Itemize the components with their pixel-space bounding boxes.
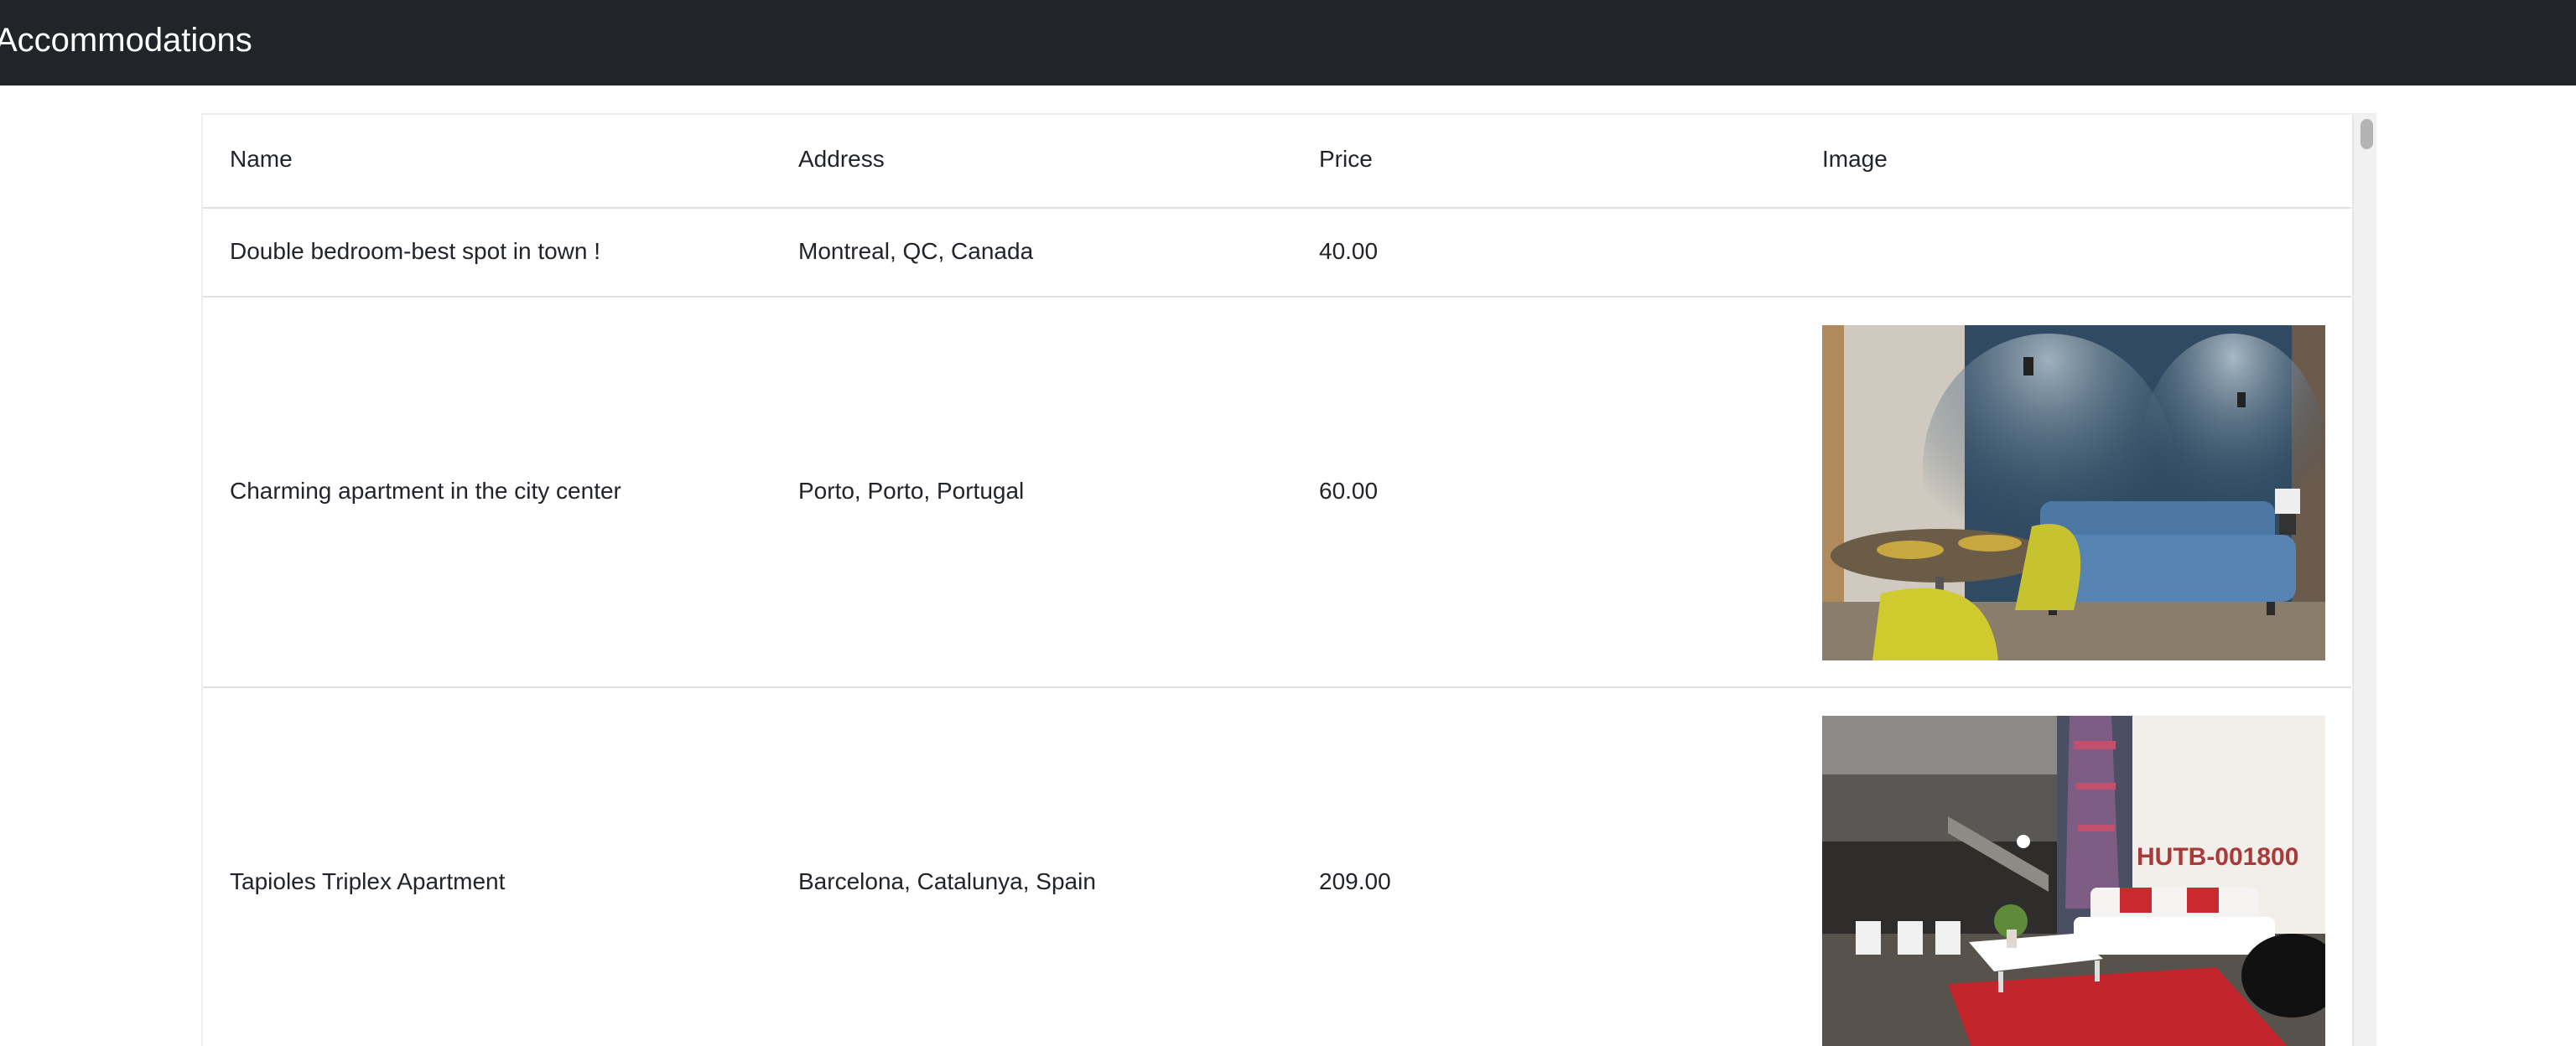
triplex-living-room-photo: HUTB-001800 xyxy=(1822,716,2325,1046)
row-address: Porto, Porto, Portugal xyxy=(798,478,1025,504)
table-row[interactable]: Tapioles Triplex Apartment Barcelona, Ca… xyxy=(203,688,2351,1046)
table-row[interactable]: Double bedroom-best spot in town ! Montr… xyxy=(203,209,2351,298)
row-price: 60.00 xyxy=(1319,478,1379,504)
table-row[interactable]: Charming apartment in the city center Po… xyxy=(203,298,2351,688)
row-price: 40.00 xyxy=(1319,238,1379,264)
top-navbar: Accommodations xyxy=(0,0,2576,85)
living-room-photo xyxy=(1822,325,2325,660)
column-header-name[interactable]: Name xyxy=(230,146,293,173)
column-header-price[interactable]: Price xyxy=(1319,146,1373,173)
accommodation-photo[interactable] xyxy=(1822,325,2325,660)
column-header-address[interactable]: Address xyxy=(798,146,885,173)
row-name: Charming apartment in the city center xyxy=(230,478,621,504)
row-address: Barcelona, Catalunya, Spain xyxy=(798,868,1096,894)
table-header-row: Name Address Price Image xyxy=(203,115,2351,209)
navbar-brand[interactable]: Accommodations xyxy=(0,0,252,85)
row-name: Double bedroom-best spot in town ! xyxy=(230,238,601,264)
accommodations-table: Name Address Price Image Double bedroom-… xyxy=(201,113,2376,1046)
row-name: Tapioles Triplex Apartment xyxy=(230,868,506,894)
row-address: Montreal, QC, Canada xyxy=(798,238,1034,264)
image-watermark: HUTB-001800 xyxy=(2137,843,2298,871)
scrollbar-thumb[interactable] xyxy=(2360,119,2373,149)
column-header-image[interactable]: Image xyxy=(1822,146,1888,173)
vertical-scrollbar[interactable] xyxy=(2352,115,2376,1046)
row-price: 209.00 xyxy=(1319,868,1391,894)
accommodation-photo[interactable]: HUTB-001800 xyxy=(1822,716,2325,1046)
